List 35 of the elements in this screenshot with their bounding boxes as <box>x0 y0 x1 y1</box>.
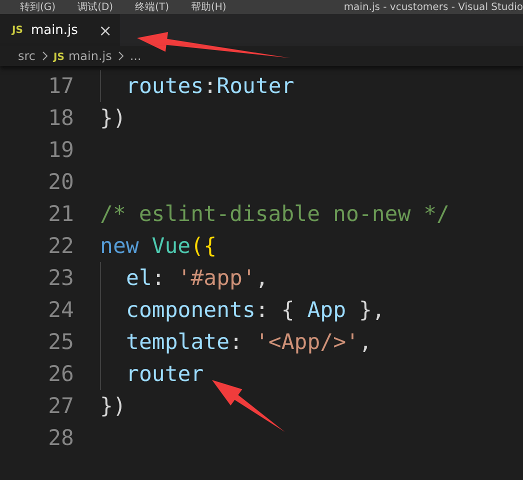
chevron-icon <box>116 51 126 61</box>
line-number: 24 <box>47 298 74 322</box>
tab-label: main.js <box>30 22 78 38</box>
code-line: /* eslint-disable no-new */ <box>100 202 450 226</box>
code-line: components: { App }, <box>126 298 385 322</box>
menu-item[interactable]: 调试(D) <box>78 0 114 14</box>
editor-tab[interactable]: JS main.js × <box>0 14 120 46</box>
code-line: router <box>126 362 204 386</box>
line-number: 23 <box>47 266 74 290</box>
code-line: routes:Router <box>126 74 294 98</box>
breadcrumb-item[interactable]: src <box>18 49 36 63</box>
code-line: template: '<App/>', <box>126 330 372 354</box>
breadcrumb-item[interactable]: ... <box>130 49 142 63</box>
close-icon[interactable]: × <box>98 20 112 40</box>
code-line: }) <box>100 106 126 130</box>
line-number: 26 <box>47 362 74 386</box>
code-line: el: '#app', <box>126 266 268 290</box>
menu-item[interactable]: 帮助(H) <box>191 0 226 14</box>
line-number: 25 <box>47 330 74 354</box>
window-title: main.js - vcustomers - Visual Studio <box>344 2 523 12</box>
line-number: 17 <box>47 74 74 98</box>
menu-item[interactable]: 转到(G) <box>20 0 56 14</box>
breadcrumb-item[interactable]: JS main.js <box>54 49 112 63</box>
line-number: 28 <box>47 426 74 450</box>
line-number: 18 <box>47 106 74 130</box>
menu-item[interactable]: 终端(T) <box>135 0 169 14</box>
line-number: 19 <box>47 138 74 162</box>
line-number: 20 <box>47 170 74 194</box>
code-line: new Vue({ <box>100 234 217 258</box>
javascript-file-icon: JS <box>12 24 23 36</box>
chevron-icon <box>40 51 50 61</box>
line-number: 21 <box>47 202 74 226</box>
code-line: }) <box>100 394 126 418</box>
line-number: 27 <box>47 394 74 418</box>
line-number: 22 <box>47 234 74 258</box>
